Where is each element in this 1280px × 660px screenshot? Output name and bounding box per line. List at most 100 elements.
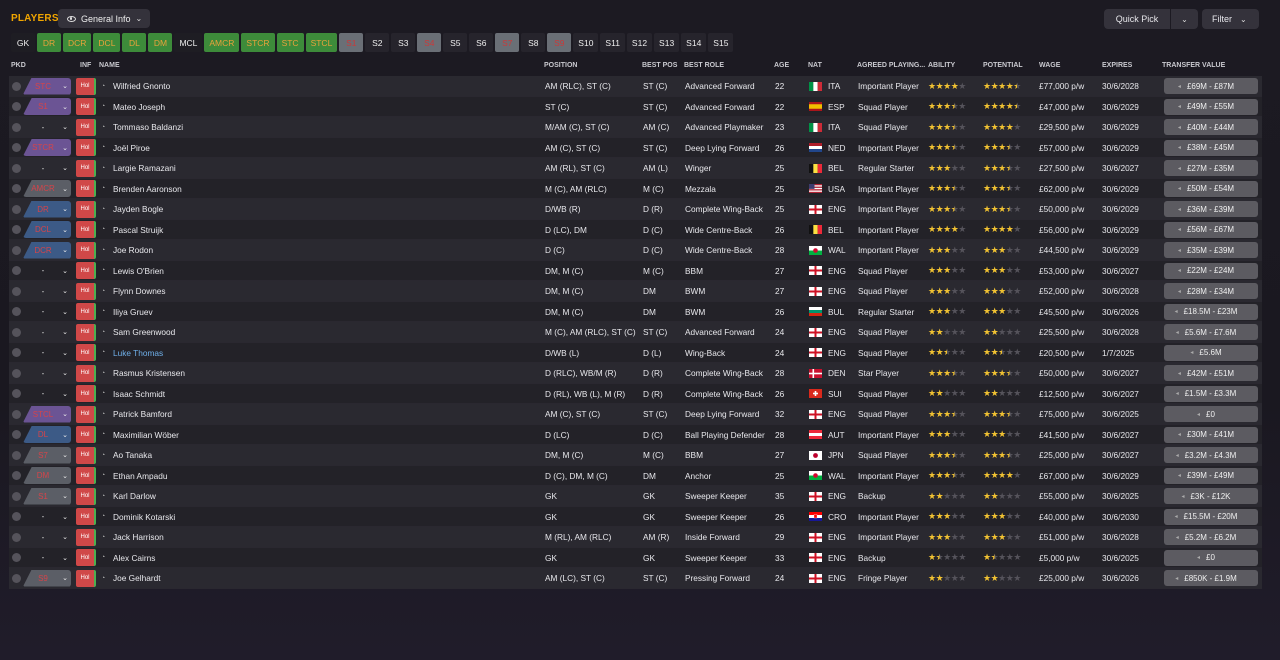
chevron-down-icon[interactable]: ⌄	[59, 343, 71, 363]
table-row[interactable]: S1 ⌄ Hol ◔ Mateo Joseph ST (C) ST (C) Ad…	[9, 96, 1262, 117]
col-name[interactable]: NAME	[99, 62, 120, 69]
table-row[interactable]: AMCR ⌄ Hol ◔ Brenden Aaronson M (C), AM …	[9, 178, 1262, 199]
player-name[interactable]: Joe Gelhardt	[113, 568, 161, 588]
table-row[interactable]: DM ⌄ Hol ◔ Ethan Ampadu D (C), DM, M (C)…	[9, 465, 1262, 486]
table-row[interactable]: - ⌄ Hol ◔ Dominik Kotarski GK GK Sweeper…	[9, 506, 1262, 527]
table-row[interactable]: - ⌄ Hol ◔ Rasmus Kristensen D (RLC), WB/…	[9, 363, 1262, 384]
player-name[interactable]: Jack Harrison	[113, 527, 164, 547]
select-tick[interactable]	[12, 425, 21, 445]
player-name[interactable]: Tommaso Baldanzi	[113, 117, 183, 137]
transfer-value[interactable]: ◂ £38M - £45M	[1164, 139, 1258, 156]
table-row[interactable]: - ⌄ Hol ◔ Largie Ramazani AM (RL), ST (C…	[9, 158, 1262, 179]
position-chip-s15[interactable]: S15	[708, 33, 734, 52]
table-row[interactable]: - ⌄ Hol ◔ Lewis O'Brien DM, M (C) M (C) …	[9, 260, 1262, 281]
position-chip-stcl[interactable]: STCL	[305, 33, 338, 52]
position-chip-mcl[interactable]: MCL	[174, 33, 203, 52]
col-potential[interactable]: POTENTIAL	[983, 62, 1023, 69]
chevron-down-icon[interactable]: ⌄	[59, 138, 71, 158]
transfer-value[interactable]: ◂ £15.5M - £20M	[1164, 508, 1258, 525]
view-dropdown[interactable]: General Info ⌄	[58, 9, 150, 28]
player-name[interactable]: Largie Ramazani	[113, 158, 176, 178]
position-chip-s2[interactable]: S2	[365, 33, 390, 52]
select-tick[interactable]	[12, 568, 21, 588]
select-tick[interactable]	[12, 302, 21, 322]
chevron-down-icon[interactable]: ⌄	[59, 240, 71, 260]
table-row[interactable]: - ⌄ Hol ◔ Luke Thomas D/WB (L) D (L) Win…	[9, 342, 1262, 363]
select-tick[interactable]	[12, 445, 21, 465]
table-row[interactable]: STCL ⌄ Hol ◔ Patrick Bamford AM (C), ST …	[9, 404, 1262, 425]
position-chip-s14[interactable]: S14	[681, 33, 707, 52]
player-name[interactable]: Wilfried Gnonto	[113, 76, 170, 96]
position-chip-s7[interactable]: S7	[495, 33, 520, 52]
transfer-value[interactable]: ◂ £42M - £51M	[1164, 365, 1258, 381]
chevron-down-icon[interactable]: ⌄	[59, 117, 71, 137]
transfer-value[interactable]: ◂ £0	[1164, 406, 1258, 422]
player-name[interactable]: Mateo Joseph	[113, 97, 165, 117]
table-row[interactable]: S1 ⌄ Hol ◔ Karl Darlow GK GK Sweeper Kee…	[9, 486, 1262, 507]
transfer-value[interactable]: ◂ £0	[1164, 549, 1258, 566]
player-name[interactable]: Ethan Ampadu	[113, 466, 167, 486]
quick-pick-dropdown[interactable]: ⌄	[1171, 9, 1198, 29]
table-row[interactable]: - ⌄ Hol ◔ Sam Greenwood M (C), AM (RLC),…	[9, 322, 1262, 343]
select-tick[interactable]	[12, 117, 21, 137]
player-name[interactable]: Iliya Gruev	[113, 302, 153, 322]
select-tick[interactable]	[12, 404, 21, 424]
select-tick[interactable]	[12, 261, 21, 281]
chevron-down-icon[interactable]: ⌄	[59, 548, 71, 568]
chevron-down-icon[interactable]: ⌄	[59, 302, 71, 322]
chevron-down-icon[interactable]: ⌄	[59, 76, 71, 96]
player-name[interactable]: Lewis O'Brien	[113, 261, 164, 281]
select-tick[interactable]	[12, 199, 21, 219]
col-best-pos[interactable]: BEST POS	[642, 62, 677, 69]
position-chip-s13[interactable]: S13	[654, 33, 680, 52]
player-name[interactable]: Rasmus Kristensen	[113, 363, 185, 383]
position-chip-stcr[interactable]: STCR	[241, 33, 275, 52]
transfer-value[interactable]: ◂ £50M - £54M	[1164, 180, 1258, 197]
col-pkd[interactable]: PKD	[11, 62, 26, 69]
col-age[interactable]: AGE	[774, 62, 789, 69]
transfer-value[interactable]: ◂ £28M - £34M	[1164, 283, 1258, 299]
table-row[interactable]: DL ⌄ Hol ◔ Maximilian Wöber D (LC) D (C)…	[9, 424, 1262, 445]
table-row[interactable]: - ⌄ Hol ◔ Isaac Schmidt D (RL), WB (L), …	[9, 383, 1262, 404]
chevron-down-icon[interactable]: ⌄	[59, 384, 71, 404]
player-name[interactable]: Joël Piroe	[113, 138, 150, 158]
col-nat[interactable]: NAT	[808, 62, 822, 69]
transfer-value[interactable]: ◂ £27M - £35M	[1164, 160, 1258, 176]
position-chip-s3[interactable]: S3	[391, 33, 416, 52]
player-name[interactable]: Dominik Kotarski	[113, 507, 175, 527]
select-tick[interactable]	[12, 486, 21, 506]
filter-button[interactable]: Filter ⌄	[1202, 9, 1259, 29]
player-name[interactable]: Ao Tanaka	[113, 445, 152, 465]
chevron-down-icon[interactable]: ⌄	[59, 568, 71, 588]
select-tick[interactable]	[12, 158, 21, 178]
transfer-value[interactable]: ◂ £35M - £39M	[1164, 242, 1258, 258]
transfer-value[interactable]: ◂ £5.6M	[1164, 344, 1258, 361]
position-chip-s5[interactable]: S5	[443, 33, 468, 52]
col-expires[interactable]: EXPIRES	[1102, 62, 1132, 69]
position-chip-dr[interactable]: DR	[37, 33, 61, 52]
player-name[interactable]: Joe Rodon	[113, 240, 153, 260]
position-chip-amcr[interactable]: AMCR	[204, 33, 240, 52]
select-tick[interactable]	[12, 97, 21, 117]
table-row[interactable]: S9 ⌄ Hol ◔ Joe Gelhardt AM (LC), ST (C) …	[9, 568, 1262, 589]
chevron-down-icon[interactable]: ⌄	[59, 404, 71, 424]
chevron-down-icon[interactable]: ⌄	[59, 507, 71, 527]
position-chip-dcr[interactable]: DCR	[63, 33, 92, 52]
player-name[interactable]: Luke Thomas	[113, 343, 163, 363]
player-name[interactable]: Pascal Struijk	[113, 220, 163, 240]
position-chip-s6[interactable]: S6	[469, 33, 494, 52]
position-chip-dcl[interactable]: DCL	[93, 33, 121, 52]
col-inf[interactable]: INF	[80, 62, 91, 69]
table-row[interactable]: - ⌄ Hol ◔ Iliya Gruev DM, M (C) DM BWM 2…	[9, 301, 1262, 322]
table-row[interactable]: DR ⌄ Hol ◔ Jayden Bogle D/WB (R) D (R) C…	[9, 199, 1262, 220]
position-chip-s12[interactable]: S12	[626, 33, 653, 52]
select-tick[interactable]	[12, 527, 21, 547]
select-tick[interactable]	[12, 322, 21, 342]
col-best-role[interactable]: BEST ROLE	[684, 62, 724, 69]
position-chip-s9[interactable]: S9	[547, 33, 572, 52]
table-row[interactable]: STCR ⌄ Hol ◔ Joël Piroe AM (C), ST (C) S…	[9, 137, 1262, 158]
transfer-value[interactable]: ◂ £3.2M - £4.3M	[1164, 447, 1258, 463]
transfer-value[interactable]: ◂ £3K - £12K	[1164, 488, 1258, 504]
transfer-value[interactable]: ◂ £18.5M - £23M	[1164, 303, 1258, 320]
player-name[interactable]: Alex Cairns	[113, 548, 155, 568]
